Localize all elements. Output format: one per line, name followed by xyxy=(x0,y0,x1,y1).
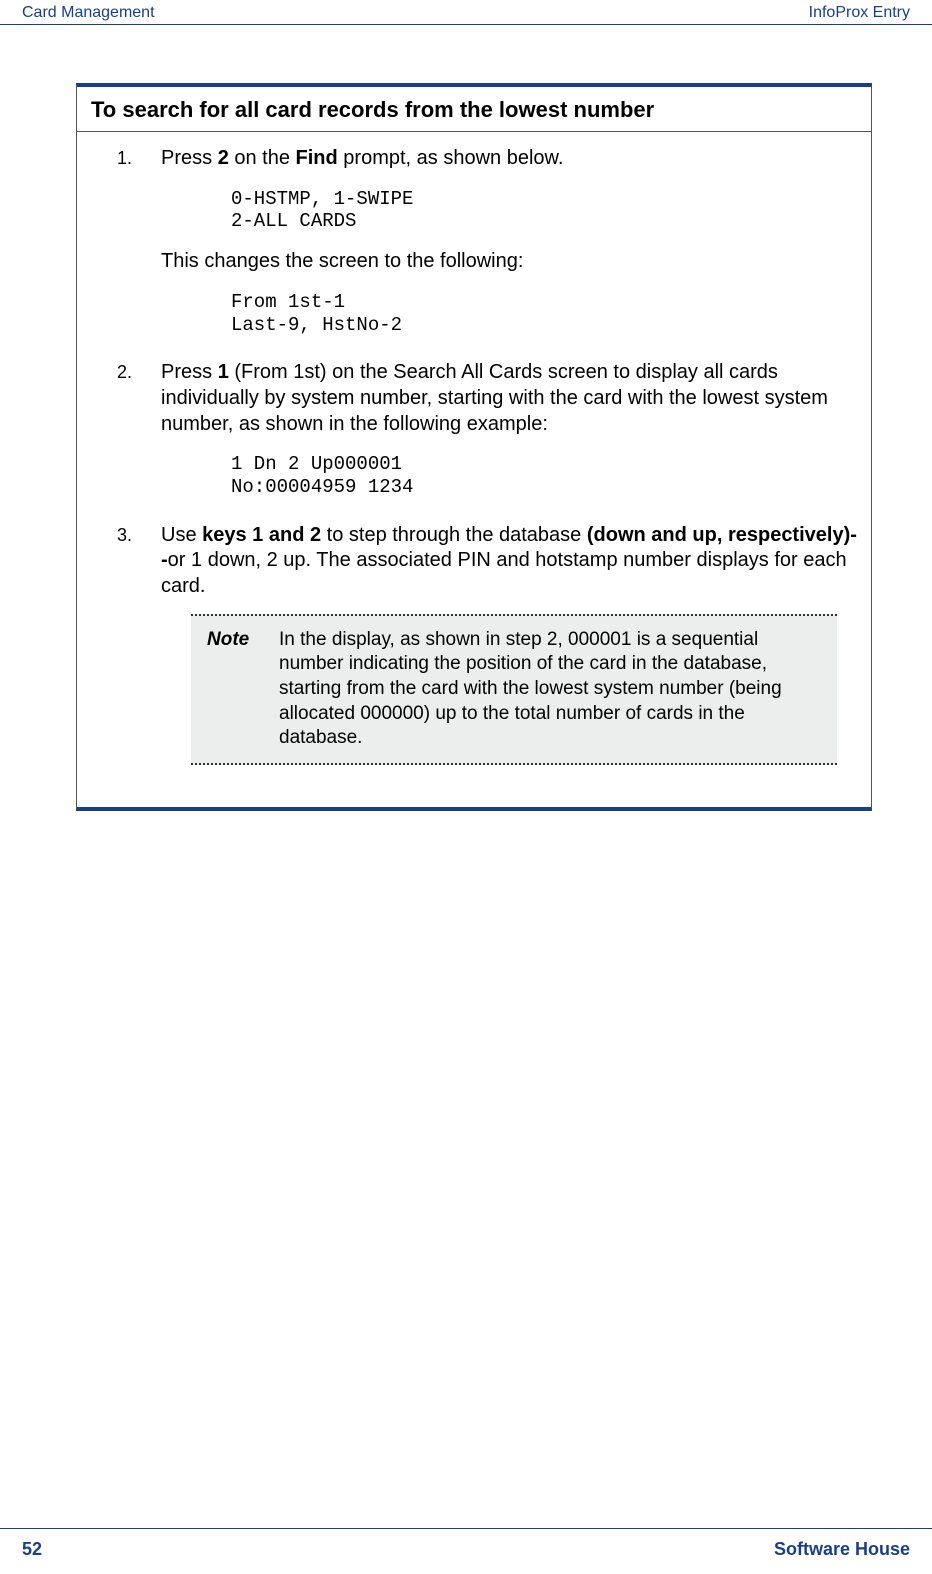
step-2: 2. Press 1 (From 1st) on the Search All … xyxy=(117,360,857,504)
step-1: 1. Press 2 on the Find prompt, as shown … xyxy=(117,146,857,342)
step-number: 2. xyxy=(117,361,132,384)
page-number: 52 xyxy=(22,1539,42,1560)
step-text: Press 1 (From 1st) on the Search All Car… xyxy=(161,360,857,437)
step-3: 3. Use keys 1 and 2 to step through the … xyxy=(117,523,857,765)
procedure-body: 1. Press 2 on the Find prompt, as shown … xyxy=(77,132,871,807)
procedure-box: To search for all card records from the … xyxy=(76,83,872,811)
step-mid-text: This changes the screen to the following… xyxy=(161,249,857,275)
note-box: Note In the display, as shown in step 2,… xyxy=(191,614,837,765)
code-display: From 1st-1 Last-9, HstNo-2 xyxy=(161,285,857,343)
step-text: Use keys 1 and 2 to step through the dat… xyxy=(161,523,857,600)
note-label: Note xyxy=(207,628,279,751)
header-left: Card Management xyxy=(22,4,155,22)
step-number: 3. xyxy=(117,524,132,547)
note-text: In the display, as shown in step 2, 0000… xyxy=(279,628,821,751)
footer-brand: Software House xyxy=(774,1539,910,1560)
code-display: 1 Dn 2 Up000001 No:00004959 1234 xyxy=(161,447,857,505)
page-header: Card Management InfoProx Entry xyxy=(0,0,932,25)
step-text: Press 2 on the Find prompt, as shown bel… xyxy=(161,146,857,172)
page-footer: 52 Software House xyxy=(0,1528,932,1560)
step-number: 1. xyxy=(117,147,132,170)
code-display: 0-HSTMP, 1-SWIPE 2-ALL CARDS xyxy=(161,182,857,240)
procedure-title: To search for all card records from the … xyxy=(77,87,871,132)
content: To search for all card records from the … xyxy=(0,25,932,811)
header-right: InfoProx Entry xyxy=(809,4,910,22)
